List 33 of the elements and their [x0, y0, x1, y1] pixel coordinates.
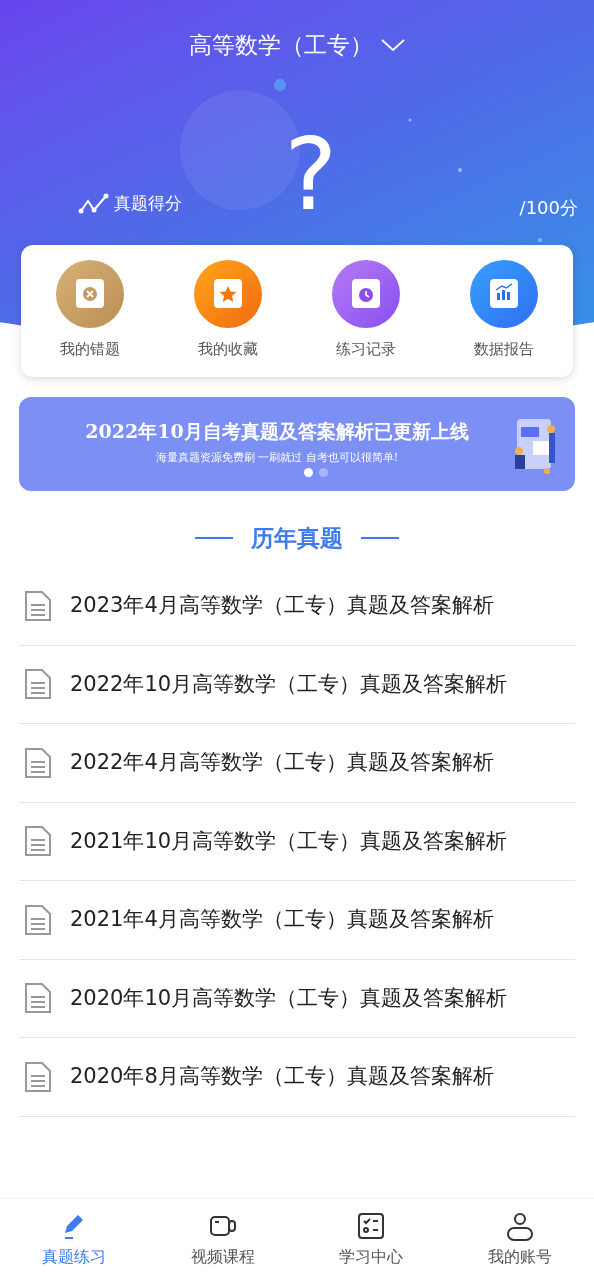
score-max: /100分 [519, 195, 578, 220]
document-icon [24, 825, 52, 858]
paper-row[interactable]: 2022年4月高等数学（工专）真题及答案解析 [19, 724, 575, 803]
shortcut-button[interactable]: 练习记录 [297, 260, 435, 361]
shortcut-button[interactable]: 我的错题 [21, 260, 159, 361]
document-icon [24, 589, 52, 622]
nav-tab[interactable]: 学习中心 [297, 1210, 446, 1269]
document-icon [24, 1060, 52, 1093]
user-icon [504, 1210, 535, 1241]
nav-tab[interactable]: 我的账号 [445, 1210, 594, 1269]
shortcut-button[interactable]: 我的收藏 [159, 260, 297, 361]
document-icon [24, 746, 52, 779]
paper-row[interactable]: 2020年8月高等数学（工专）真题及答案解析 [19, 1038, 575, 1117]
chevron-down-icon [381, 38, 405, 53]
subject-selector[interactable]: 高等数学（工专） [189, 28, 405, 63]
score-value: ? [283, 124, 339, 229]
section-title: 历年真题 [251, 523, 343, 553]
paper-row[interactable]: 2021年10月高等数学（工专）真题及答案解析 [19, 802, 575, 881]
nav-tab[interactable]: 真题练习 [0, 1210, 149, 1269]
paper-row[interactable]: 2022年10月高等数学（工专）真题及答案解析 [19, 645, 575, 724]
document-icon [24, 668, 52, 701]
banner-subtitle: 海量真题资源免费刷 一刷就过 自考也可以很简单! [155, 450, 399, 467]
paper-row[interactable]: 2021年4月高等数学（工专）真题及答案解析 [19, 881, 575, 960]
checklist-icon [356, 1210, 387, 1241]
document-icon [24, 903, 52, 936]
shortcut-button[interactable]: 数据报告 [435, 260, 573, 361]
nav-tab[interactable]: 视频课程 [148, 1210, 297, 1269]
paper-row[interactable]: 2020年10月高等数学（工专）真题及答案解析 [19, 959, 575, 1038]
document-icon [24, 982, 52, 1015]
paper-row[interactable]: 2023年4月高等数学（工专）真题及答案解析 [19, 567, 575, 646]
banner-title: 2022年10月自考真题及答案解析已更新上线 [85, 420, 469, 445]
score-label: 真题得分 [114, 192, 182, 215]
line-chart-icon [78, 192, 110, 215]
